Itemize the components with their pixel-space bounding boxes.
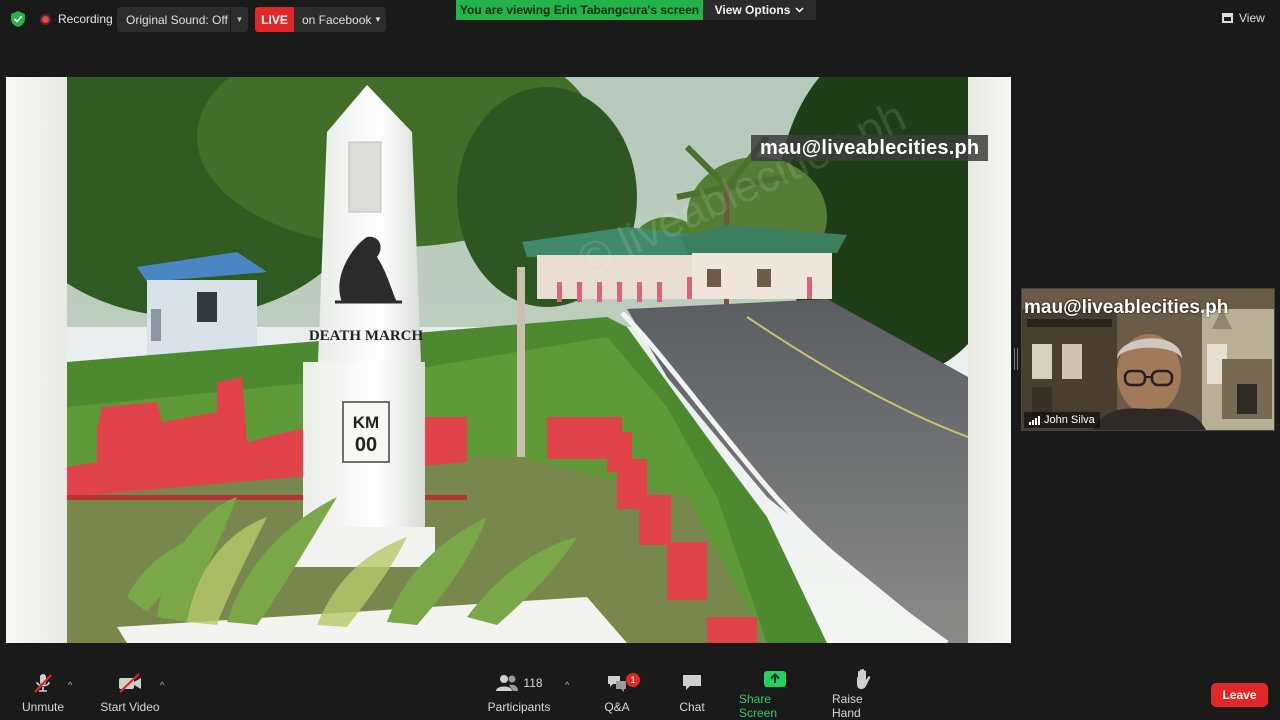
qa-label: Q&A [604,700,630,714]
participants-button[interactable]: 118 Participants [488,666,550,720]
chevron-down-icon[interactable]: ▼ [374,15,382,24]
chevron-down-icon[interactable]: ▼ [230,7,248,32]
audio-options-caret-icon[interactable]: ^ [68,680,72,690]
original-sound-label: Original Sound: Off [126,12,228,27]
live-target-label: on Facebook [302,12,372,27]
share-screen-button[interactable]: Share Screen [739,666,811,720]
slide-margin-left [6,77,67,643]
participants-options-caret-icon[interactable]: ^ [565,680,569,690]
raise-hand-icon [857,668,871,689]
recording-label: Recording [58,12,113,26]
marker-death-march-text: DEATH MARCH [309,328,424,344]
start-video-label: Start Video [100,700,160,714]
unmute-button[interactable]: Unmute [18,666,68,720]
view-options-button[interactable]: View Options [703,0,816,20]
live-badge: LIVE [255,7,294,32]
meeting-top-bar: Recording Original Sound: Off ▼ LIVE on … [0,0,1280,38]
view-label: View [1239,11,1265,25]
video-camera-off-icon [119,673,141,693]
participants-label: Participants [487,700,551,714]
death-march-marker-photo: DEATH MARCH KM 00 © liveablecities.ph [67,77,968,643]
participant-name: John Silva [1044,414,1095,426]
leave-meeting-button[interactable]: Leave [1211,683,1268,707]
share-screen-icon [764,671,786,687]
share-screen-label: Share Screen [739,692,778,720]
qa-bubble-icon [608,676,626,692]
live-stream-menu[interactable]: LIVE on Facebook ▼ [255,7,386,32]
participant-video-tile[interactable]: mau@liveablecities.ph John Silva [1021,288,1275,431]
tile-email-watermark: mau@liveablecities.ph [1024,297,1229,318]
participants-count: 118 [523,676,543,690]
chat-label: Chat [679,700,705,714]
chevron-down-icon [795,7,804,13]
view-options-label: View Options [714,3,791,17]
recording-dot-icon [40,13,51,25]
slide-margin-right [968,77,1011,643]
raise-hand-label: Raise Hand [832,692,863,720]
grid-view-icon [1222,13,1233,23]
video-options-caret-icon[interactable]: ^ [160,680,164,690]
viewing-screen-banner: You are viewing Erin Tabangcura's screen [456,0,703,20]
participants-icon [496,675,519,691]
meeting-controls-bar: Unmute ^ Start Video ^ 118 Participants … [0,666,1280,720]
raise-hand-button[interactable]: Raise Hand [832,666,894,720]
recording-indicator[interactable]: Recording [40,10,113,28]
panel-resize-handle[interactable] [1014,348,1018,370]
view-layout-button[interactable]: View [1222,8,1265,28]
participant-name-tag: John Silva [1024,412,1100,428]
qa-notification-badge: 1 [626,673,640,687]
original-sound-toggle[interactable]: Original Sound: Off ▼ [117,7,248,32]
marker-00-text: 00 [355,434,377,456]
start-video-button[interactable]: Start Video [98,666,162,720]
chat-button[interactable]: Chat [676,666,708,720]
microphone-muted-icon [34,674,52,693]
security-shield-icon[interactable] [11,11,25,27]
chat-bubble-icon [683,675,701,690]
unmute-label: Unmute [21,700,65,714]
marker-km-text: KM [353,413,379,432]
email-watermark: mau@liveablecities.ph [751,135,989,161]
shared-screen: DEATH MARCH KM 00 © liveablecities.ph ma… [6,77,1011,643]
signal-strength-icon [1029,415,1040,425]
